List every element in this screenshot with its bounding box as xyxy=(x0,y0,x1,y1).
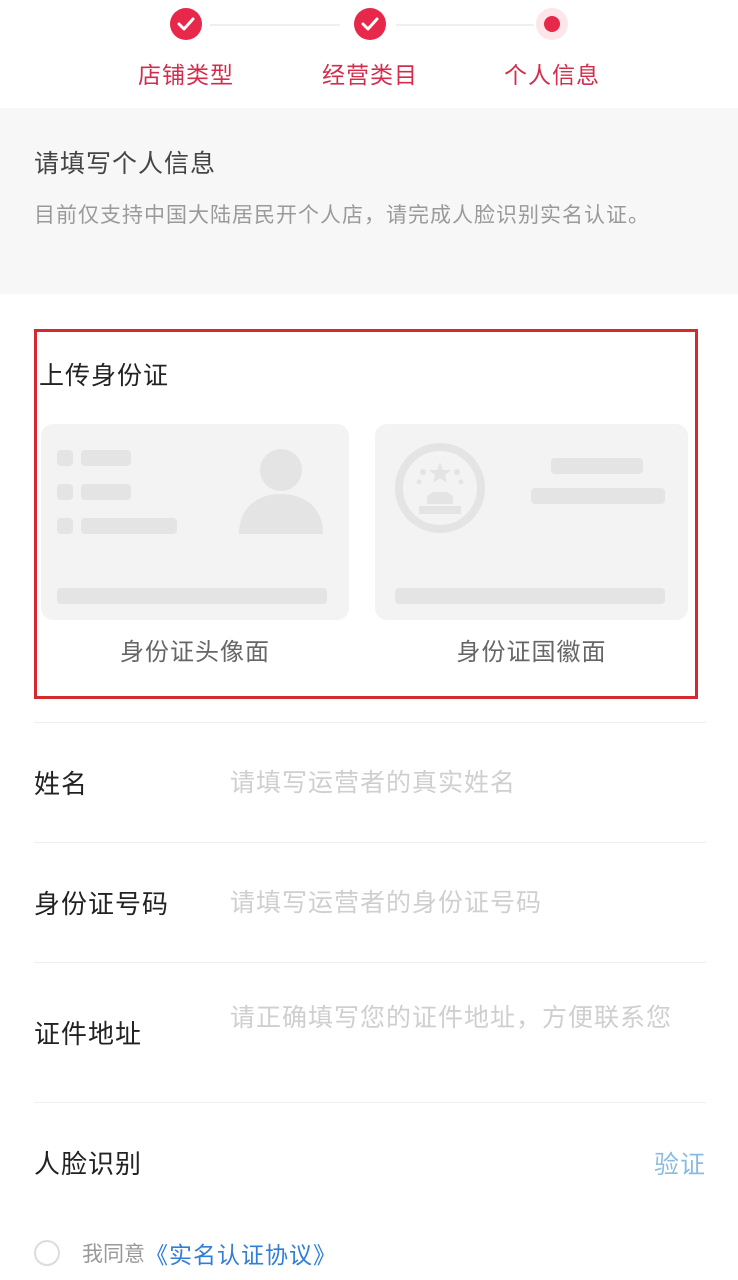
id-number-input[interactable] xyxy=(230,888,706,917)
id-card-front-caption: 身份证头像面 xyxy=(120,638,270,666)
id-number-label: 身份证号码 xyxy=(34,890,170,920)
check-icon xyxy=(354,8,386,40)
upload-title: 上传身份证 xyxy=(39,361,170,390)
intro-description: 目前仅支持中国大陆居民开个人店，请完成人脸识别实名认证。 xyxy=(34,203,650,227)
placeholder-bullet xyxy=(57,450,73,466)
check-icon xyxy=(170,8,202,40)
name-row: 姓名 xyxy=(34,722,706,842)
id-card-back-upload[interactable] xyxy=(375,424,688,620)
placeholder-line xyxy=(81,518,177,534)
placeholder-bullet xyxy=(57,484,73,500)
upload-id-card-section: 上传身份证 身份证头像面 身份证国徽面 xyxy=(34,329,698,699)
name-label: 姓名 xyxy=(34,770,89,800)
agreement-prefix: 我同意 xyxy=(82,1242,145,1266)
name-input[interactable] xyxy=(230,768,706,797)
placeholder-line xyxy=(551,458,643,474)
verify-button[interactable]: 验证 xyxy=(654,1145,706,1181)
address-label: 证件地址 xyxy=(34,1020,143,1050)
current-step-dot-icon xyxy=(536,8,568,40)
placeholder-line xyxy=(81,450,131,466)
step-label: 个人信息 xyxy=(504,63,600,89)
id-number-row: 身份证号码 xyxy=(34,842,706,962)
agreement-link[interactable]: 《实名认证协议》 xyxy=(145,1236,337,1270)
address-row: 证件地址 xyxy=(34,962,706,1102)
agree-radio[interactable] xyxy=(34,1240,60,1266)
placeholder-bullet xyxy=(57,518,73,534)
step-personal-info[interactable]: 个人信息 xyxy=(452,8,652,90)
step-label: 经营类目 xyxy=(322,63,418,89)
id-card-front-upload[interactable] xyxy=(41,424,349,620)
face-recognition-label: 人脸识别 xyxy=(34,1150,143,1180)
step-shop-type[interactable]: 店铺类型 xyxy=(86,8,286,90)
address-input[interactable] xyxy=(230,1000,706,1065)
agreement-row: 我同意 《实名认证协议》 xyxy=(34,1236,337,1270)
national-emblem-icon xyxy=(395,443,485,533)
progress-stepper: 店铺类型 经营类目 个人信息 xyxy=(0,0,738,108)
placeholder-line xyxy=(81,484,131,500)
intro-section: 请填写个人信息 目前仅支持中国大陆居民开个人店，请完成人脸识别实名认证。 xyxy=(0,108,738,294)
face-recognition-row: 人脸识别 验证 xyxy=(34,1102,706,1222)
step-business-category[interactable]: 经营类目 xyxy=(270,8,470,90)
placeholder-line xyxy=(395,588,665,604)
person-avatar-icon xyxy=(239,449,323,534)
intro-title: 请填写个人信息 xyxy=(34,149,217,178)
step-label: 店铺类型 xyxy=(138,63,234,89)
placeholder-line xyxy=(57,588,327,604)
placeholder-line xyxy=(531,488,665,504)
id-card-back-caption: 身份证国徽面 xyxy=(456,638,607,666)
